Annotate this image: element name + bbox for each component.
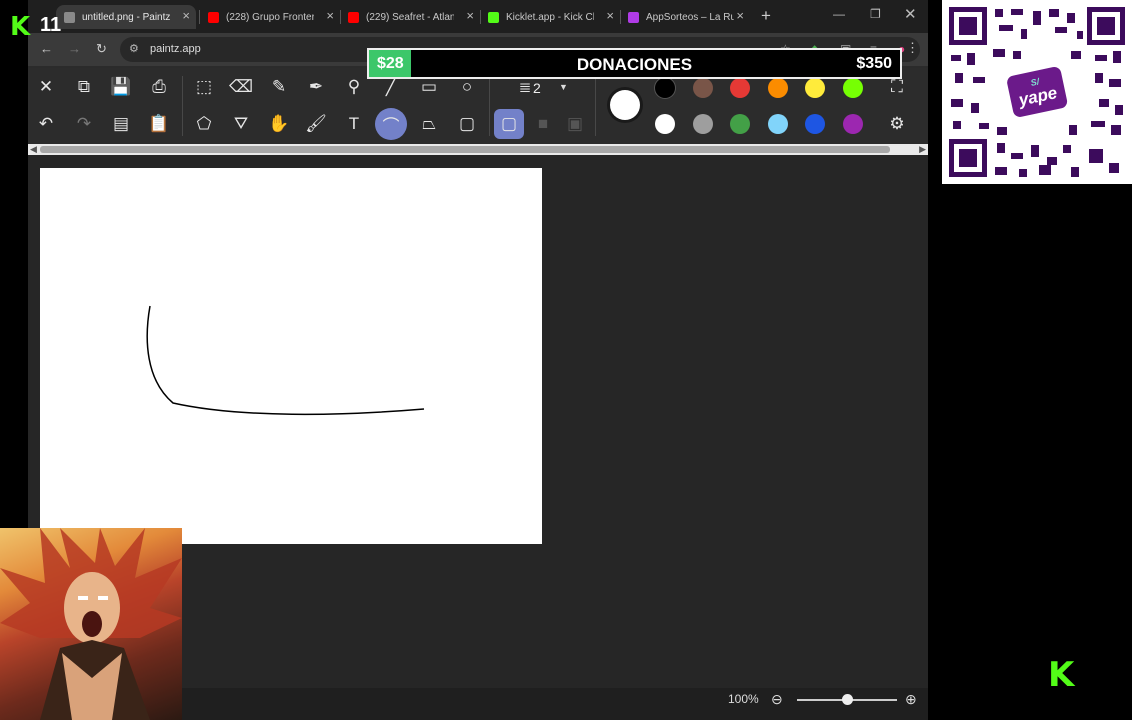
back-icon[interactable]: ← [40,41,53,56]
outline-mode-icon[interactable]: ▢ [494,109,524,139]
yape-qr-code: S/ yape [942,0,1132,184]
tab-title: (228) Grupo Frontera [226,11,314,23]
tab-bar: untitled.png - Paintz × (228) Grupo Fron… [28,0,928,33]
site-info-icon[interactable]: ⚙ [129,42,139,55]
close-tab-icon[interactable]: × [606,8,614,23]
youtube-favicon-icon [348,11,359,23]
color-swatch[interactable] [767,114,788,134]
crop-icon[interactable]: ▤ [108,111,134,137]
kick-logo-icon: K [10,12,31,42]
forward-icon[interactable]: → [68,41,81,56]
scrollbar-thumb[interactable] [40,146,890,153]
close-tab-icon[interactable]: × [326,8,334,23]
donations-raised: $28 [377,55,404,72]
fill-bucket-icon[interactable]: ⛛ [228,111,254,137]
selected-color-swatch[interactable] [610,90,640,120]
color-swatch[interactable] [692,78,713,98]
color-swatch[interactable] [692,114,713,134]
undo-icon[interactable]: ↶ [33,111,59,137]
drawn-curve [146,305,425,416]
open-file-icon[interactable]: ⧉ [71,74,97,100]
paintz-favicon-icon [64,11,75,23]
zoom-out-icon[interactable]: ⊖ [771,691,783,708]
color-swatch[interactable] [805,78,826,98]
appsorteos-favicon-icon [628,11,639,23]
curve-icon[interactable]: ⌒ [375,108,407,140]
rect-select-icon[interactable]: ⬚ [191,74,217,100]
anime-character-illustration [0,528,182,720]
scroll-right-icon[interactable]: ▶ [919,144,926,155]
drawing-canvas[interactable] [40,168,542,544]
new-tab-button[interactable]: + [761,6,771,26]
close-tab-icon[interactable]: × [466,8,474,23]
streamer-overlay-image [0,528,182,720]
kicklet-favicon-icon [488,11,499,23]
tab-paintz[interactable]: untitled.png - Paintz × [56,5,196,29]
zoom-slider-handle[interactable] [842,694,853,705]
outline-fill-mode-icon[interactable]: ▣ [562,111,588,137]
close-window-icon[interactable]: ✕ [904,5,917,23]
zoom-level: 100% [728,692,759,706]
fill-mode-icon[interactable]: ■ [530,111,556,137]
color-swatch[interactable] [655,78,675,98]
free-select-icon[interactable]: ⬠ [191,111,217,137]
close-tab-icon[interactable]: × [736,8,744,23]
print-icon[interactable]: ⎙ [146,74,172,100]
paint-toolbar: ✕ ⧉ 💾 ⎙ ↶ ↷ ▤ 📋 ⬚ ⌫ ✎ ✒ ⚲ ╱ ▭ ○ ⬠ ⛛ ✋ 🖌 … [28,68,928,144]
airbrush-icon[interactable]: ⚲ [341,74,367,100]
donations-goal: $350 [856,55,892,72]
pencil-icon[interactable]: ✎ [266,74,292,100]
close-icon[interactable]: ✕ [33,74,59,100]
eraser-icon[interactable]: ⌫ [228,74,254,100]
pen-icon[interactable]: ✒ [303,74,329,100]
rounded-rect-icon[interactable]: ▢ [454,111,480,137]
donations-goal-bar: DONACIONES $28 $350 [367,48,902,79]
tab-title: Kicklet.app - Kick Chat [506,11,594,23]
kick-watermark-icon: K [1048,655,1075,695]
tab-youtube-1[interactable]: (228) Grupo Frontera × [200,5,340,29]
tab-title: AppSorteos – La Ruleta [646,11,734,23]
scroll-left-icon[interactable]: ◀ [30,144,37,155]
hand-icon[interactable]: ✋ [266,111,292,137]
color-swatch[interactable] [843,114,863,134]
close-tab-icon[interactable]: × [182,8,190,23]
donations-title: DONACIONES [576,55,693,74]
brush-icon[interactable]: 🖌 [303,111,329,137]
chevron-down-icon[interactable]: ▼ [559,82,568,92]
color-swatch[interactable] [655,114,675,134]
reload-icon[interactable]: ↻ [96,41,107,57]
paste-icon[interactable]: 📋 [146,111,172,137]
text-icon[interactable]: T [341,111,367,137]
viewer-count: 11 [40,14,62,36]
color-swatch[interactable] [843,78,863,98]
youtube-favicon-icon [208,11,219,23]
color-swatch[interactable] [805,114,826,134]
zoom-in-icon[interactable]: ⊕ [905,691,917,708]
save-icon[interactable]: 💾 [108,74,134,100]
line-width-value[interactable]: 2 [533,80,541,96]
horizontal-scrollbar[interactable]: ◀ ▶ [28,144,928,155]
tab-title: (229) Seafret - Atlantis [366,11,454,23]
tab-appsorteos[interactable]: AppSorteos – La Ruleta × [620,5,750,29]
color-swatch[interactable] [730,114,751,134]
minimize-icon[interactable]: — [833,7,845,21]
tab-kicklet[interactable]: Kicklet.app - Kick Chat × [480,5,620,29]
color-swatch[interactable] [767,78,788,98]
redo-icon[interactable]: ↷ [71,111,97,137]
tab-youtube-2[interactable]: (229) Seafret - Atlantis × [340,5,480,29]
url-text[interactable]: paintz.app [150,43,201,55]
color-swatch[interactable] [730,78,751,98]
settings-gear-icon[interactable]: ⚙ [884,111,910,137]
maximize-icon[interactable]: ❐ [870,7,881,21]
menu-icon[interactable]: ⋮ [906,40,919,56]
polygon-icon[interactable]: ⏢ [416,111,442,137]
stream-frame: untitled.png - Paintz × (228) Grupo Fron… [0,0,1132,720]
tab-title: untitled.png - Paintz [82,11,170,23]
